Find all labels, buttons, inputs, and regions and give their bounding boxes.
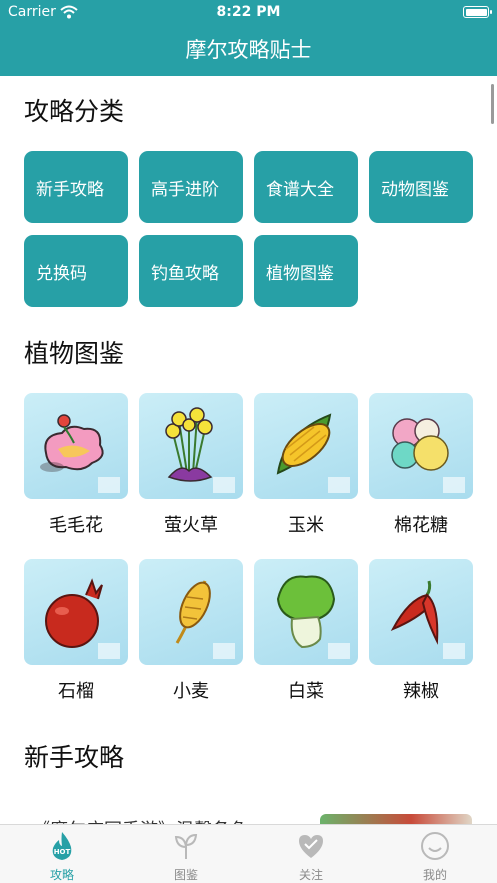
hot-flame-icon: HOT [52, 832, 72, 860]
plant-name: 白菜 [288, 681, 324, 702]
plant-tile-pomegranate[interactable] [24, 559, 128, 665]
tab-guides[interactable]: HOT 攻略 [0, 825, 124, 883]
status-bar: Carrier 8:22 PM [0, 0, 497, 26]
guide-list-item[interactable]: 《摩尔庄园手游》温馨备负 [24, 814, 474, 824]
plant-name: 小麦 [173, 681, 209, 702]
guide-thumbnail [320, 814, 472, 824]
plant-name: 石榴 [58, 681, 94, 702]
plant-tile-wheat[interactable] [139, 559, 243, 665]
main-content[interactable]: 攻略分类 新手攻略 高手进阶 食谱大全 动物图鉴 兑换码 钓鱼攻略 植物图鉴 植… [0, 76, 497, 824]
tab-label: 我的 [422, 868, 447, 882]
category-button-fishing[interactable]: 钓鱼攻略 [139, 235, 243, 307]
scroll-indicator[interactable] [491, 84, 494, 124]
svg-text:HOT: HOT [54, 848, 71, 856]
plant-name: 辣椒 [403, 681, 439, 702]
plant-tile-pink-flower[interactable] [24, 393, 128, 499]
smiley-face-icon [421, 832, 449, 860]
battery-icon [463, 6, 492, 18]
plant-tile-chili-pepper[interactable] [369, 559, 473, 665]
clock: 8:22 PM [216, 4, 281, 20]
plant-tile-cotton-candy[interactable] [369, 393, 473, 499]
tab-bar: HOT 攻略 图鉴 关注 我的 [0, 824, 497, 883]
guides-section-title: 新手攻略 [24, 743, 125, 772]
plant-name: 萤火草 [164, 515, 218, 536]
nav-bar: 摩尔攻略贴士 [0, 26, 497, 76]
plant-name: 毛毛花 [49, 515, 103, 536]
page-title: 摩尔攻略贴士 [185, 38, 312, 62]
tab-encyclopedia[interactable]: 图鉴 [124, 825, 248, 883]
guide-item-title: 《摩尔庄园手游》温馨备负 [32, 816, 248, 824]
plant-name: 玉米 [288, 515, 324, 536]
heart-icon [299, 835, 323, 858]
categories-section-title: 攻略分类 [24, 97, 125, 126]
tab-label: 攻略 [49, 868, 74, 882]
tab-label: 关注 [298, 868, 323, 882]
category-button-newbie[interactable]: 新手攻略 [24, 151, 128, 223]
tab-label: 图鉴 [173, 868, 198, 882]
category-button-animals[interactable]: 动物图鉴 [369, 151, 473, 223]
plant-tile-corn[interactable] [254, 393, 358, 499]
sprout-icon [174, 833, 198, 859]
plant-tile-bok-choy[interactable] [254, 559, 358, 665]
category-button-recipes[interactable]: 食谱大全 [254, 151, 358, 223]
category-button-plants[interactable]: 植物图鉴 [254, 235, 358, 307]
plants-section-title: 植物图鉴 [24, 339, 125, 368]
plant-tile-firefly-grass[interactable] [139, 393, 243, 499]
plant-name: 棉花糖 [394, 515, 448, 536]
tab-follow[interactable]: 关注 [249, 825, 373, 883]
category-button-advanced[interactable]: 高手进阶 [139, 151, 243, 223]
category-button-redeem-codes[interactable]: 兑换码 [24, 235, 128, 307]
tab-mine[interactable]: 我的 [373, 825, 497, 883]
